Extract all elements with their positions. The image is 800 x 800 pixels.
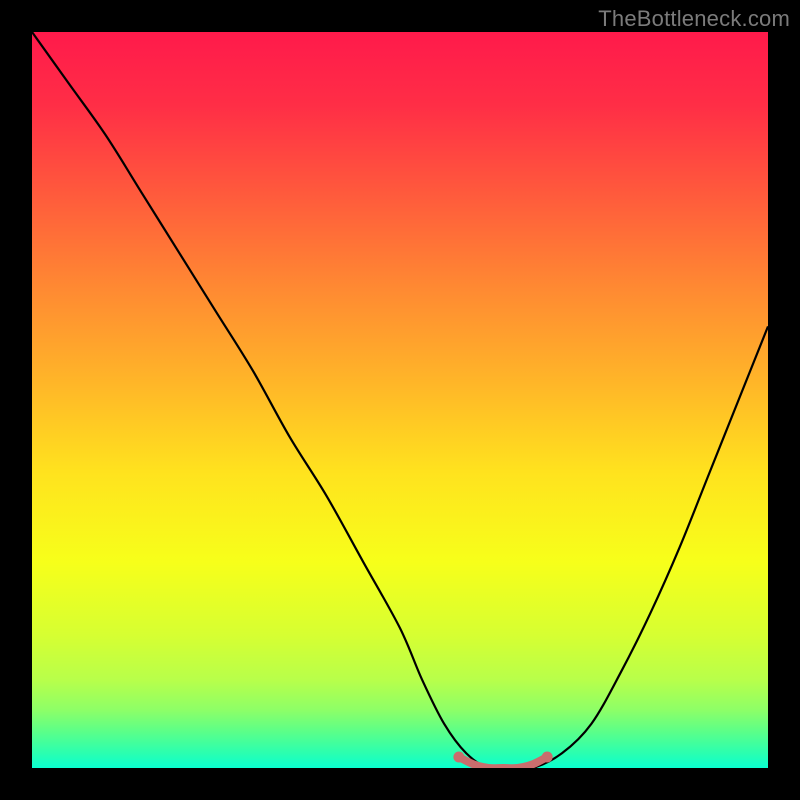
chart-lines: [32, 32, 768, 768]
plot-area: [32, 32, 768, 768]
chart-frame: TheBottleneck.com: [0, 0, 800, 800]
watermark-label: TheBottleneck.com: [598, 6, 790, 32]
bottleneck-curve: [32, 32, 768, 768]
